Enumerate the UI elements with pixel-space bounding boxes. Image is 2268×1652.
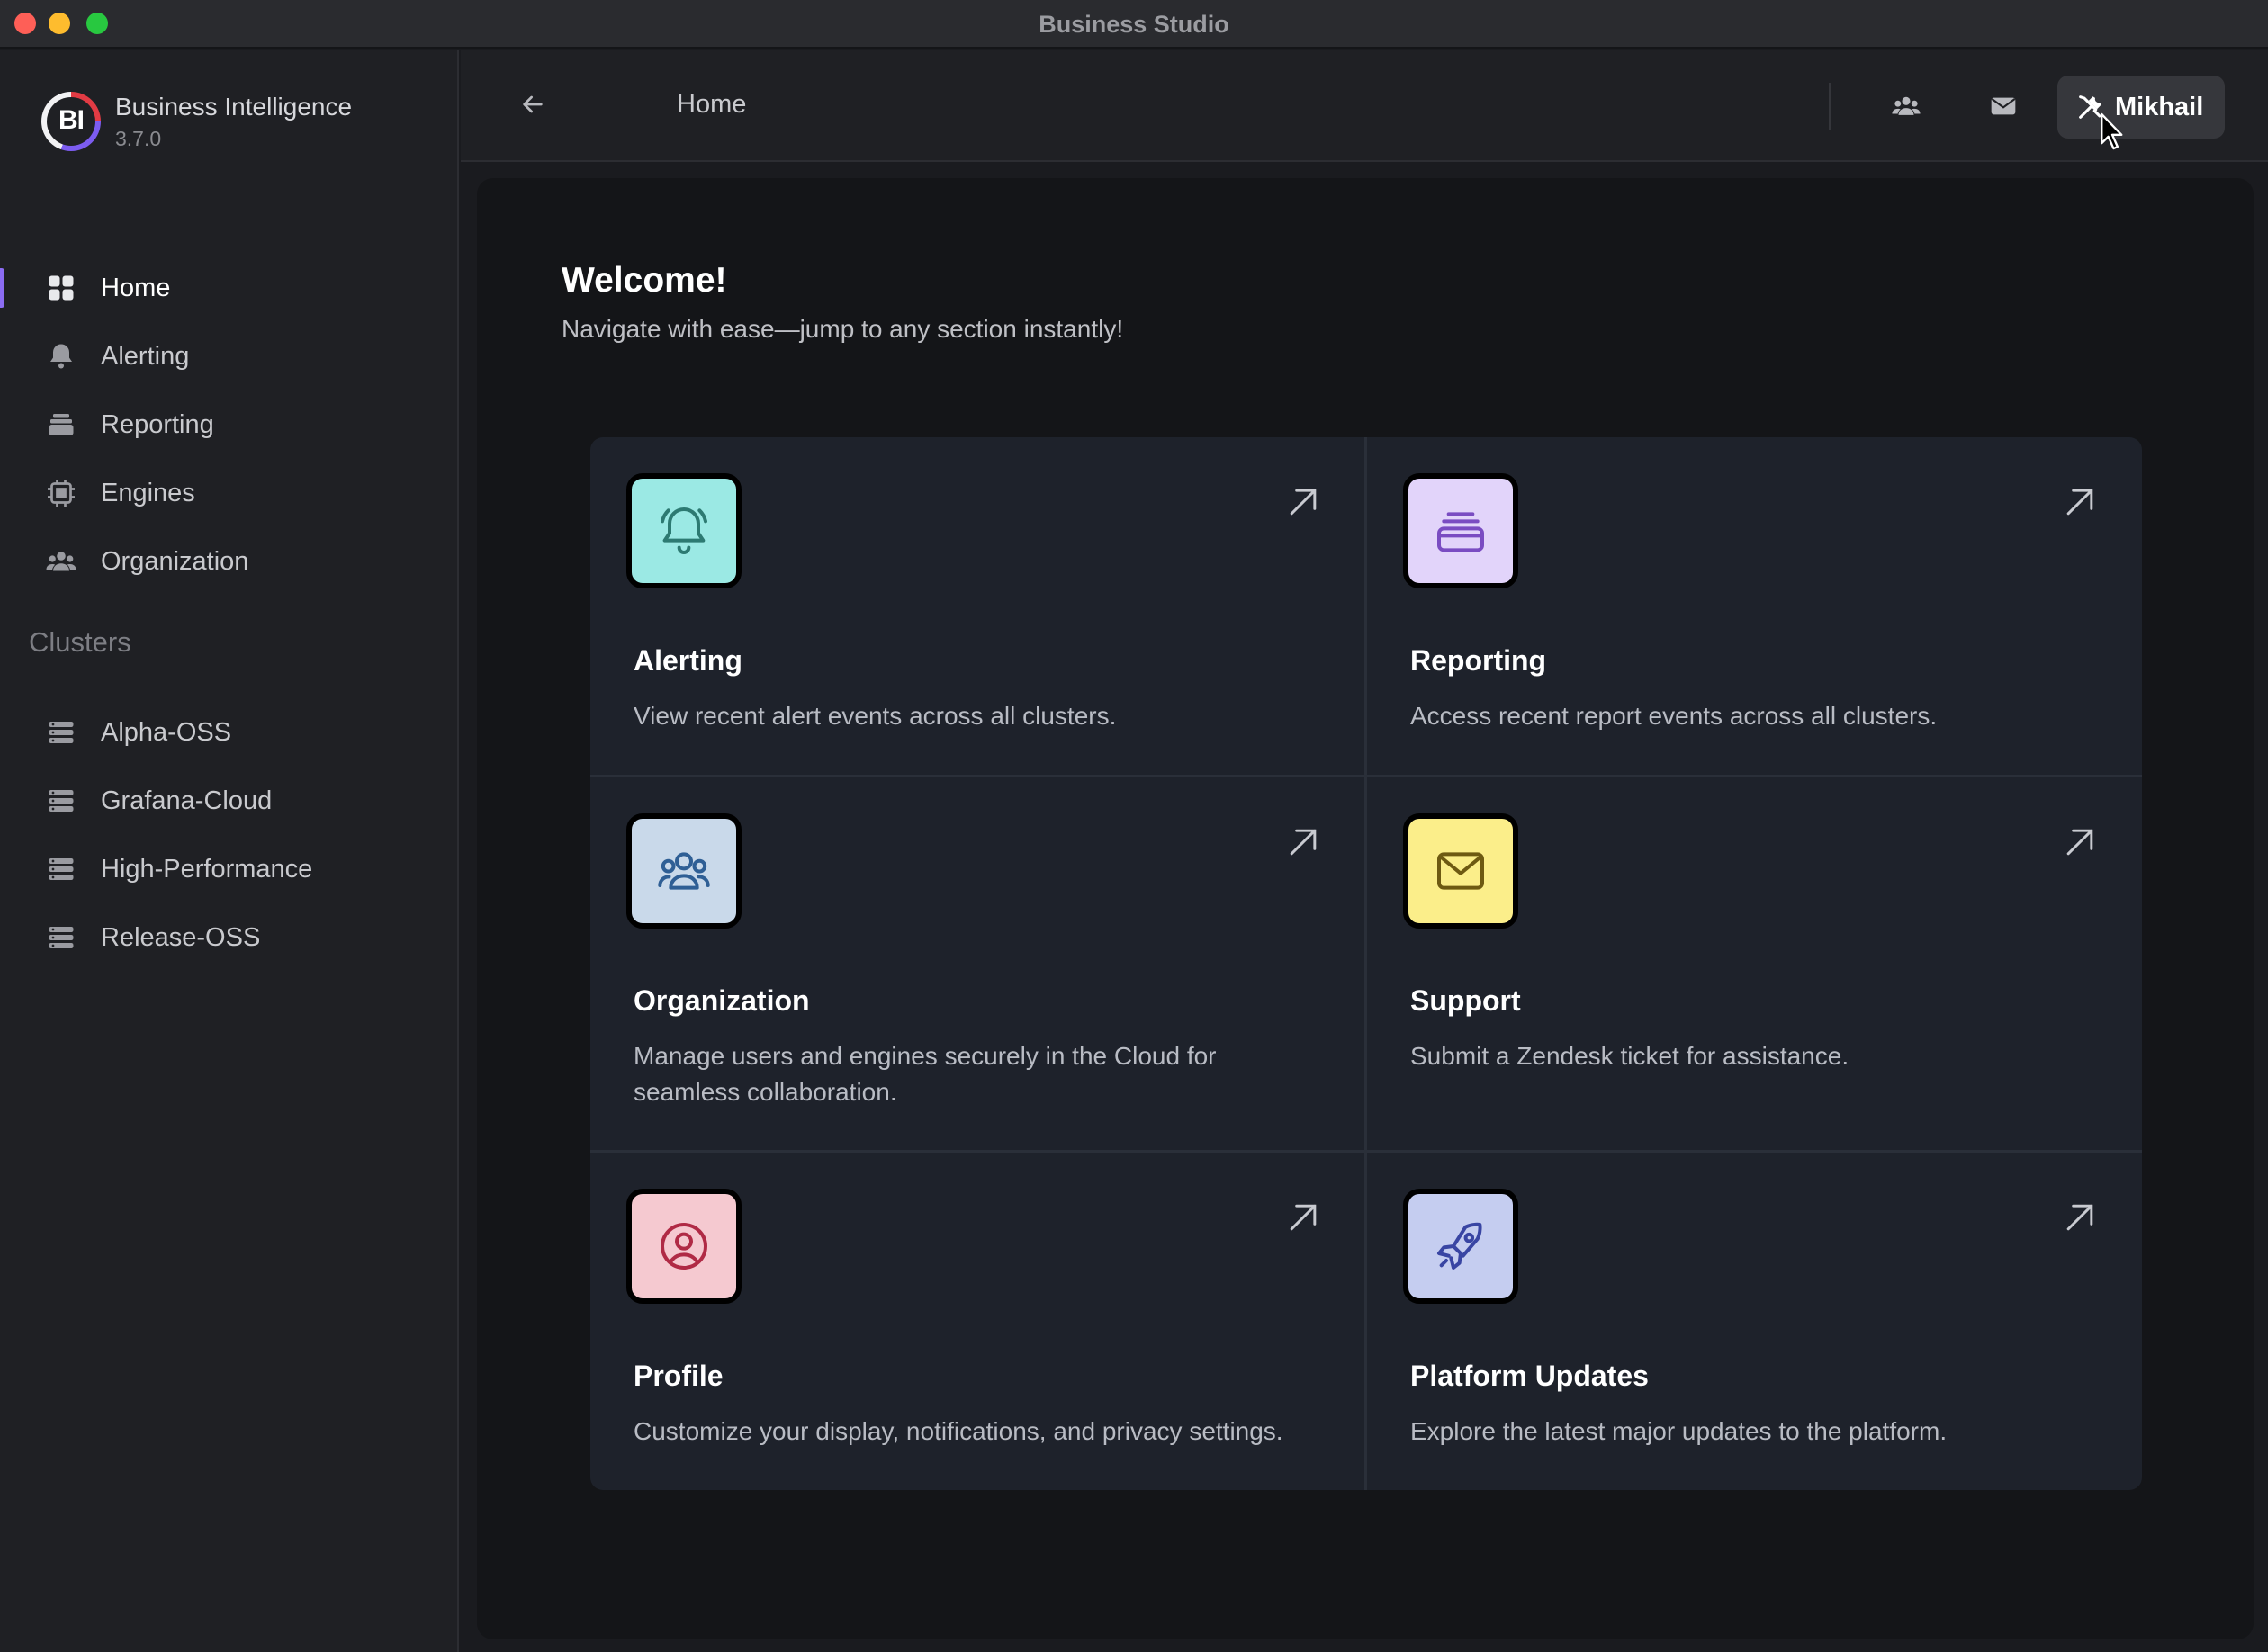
welcome-subtitle: Navigate with ease—jump to any section i… bbox=[562, 315, 1124, 343]
sidebar-item-high-performance[interactable]: High-Performance bbox=[0, 840, 457, 898]
main-panel: Welcome! Navigate with ease—jump to any … bbox=[477, 178, 2254, 1639]
card-reporting[interactable]: Reporting Access recent report events ac… bbox=[1367, 437, 2142, 775]
sidebar-item-alpha-oss[interactable]: Alpha-OSS bbox=[0, 704, 457, 761]
sidebar-item-label: Engines bbox=[101, 478, 195, 507]
organization-button[interactable] bbox=[1883, 83, 1930, 130]
sidebar: BI Business Intelligence 3.7.0 Home Aler… bbox=[0, 50, 459, 1652]
chip-icon bbox=[43, 475, 79, 511]
page-title: Home bbox=[677, 90, 747, 119]
card-icon-tile bbox=[626, 1189, 742, 1304]
mouse-cursor-icon bbox=[2101, 112, 2123, 150]
clusters-section-label: Clusters bbox=[29, 626, 131, 658]
mail-icon bbox=[1437, 852, 1484, 890]
grid-icon bbox=[43, 270, 79, 306]
card-description: Access recent report events across all c… bbox=[1410, 702, 1938, 730]
stack-icon bbox=[43, 407, 79, 443]
sidebar-item-label: Reporting bbox=[101, 409, 214, 439]
sidebar-item-organization[interactable]: Organization bbox=[0, 533, 457, 590]
sidebar-item-reporting[interactable]: Reporting bbox=[0, 396, 457, 453]
card-icon-tile bbox=[1403, 813, 1518, 929]
header-divider bbox=[1829, 83, 1831, 130]
card-alerting[interactable]: Alerting View recent alert events across… bbox=[590, 437, 1364, 775]
server-icon bbox=[43, 851, 79, 887]
brand-version: 3.7.0 bbox=[115, 126, 162, 150]
stack-icon bbox=[1437, 512, 1484, 552]
sidebar-item-alerting[interactable]: Alerting bbox=[0, 328, 457, 385]
card-description: Customize your display, notifications, a… bbox=[634, 1417, 1283, 1445]
card-support[interactable]: Support Submit a Zendesk ticket for assi… bbox=[1367, 777, 2142, 1150]
card-title: Organization bbox=[634, 984, 810, 1017]
users-icon bbox=[1892, 96, 1921, 115]
card-title: Alerting bbox=[634, 644, 742, 677]
arrow-up-right-icon bbox=[2066, 829, 2093, 856]
card-icon-tile bbox=[1403, 1189, 1518, 1304]
arrow-up-right-icon bbox=[1290, 489, 1317, 516]
sidebar-item-label: Release-OSS bbox=[101, 922, 261, 952]
card-description: Manage users and engines securely in the… bbox=[634, 1042, 1217, 1106]
support-button[interactable] bbox=[1980, 83, 2027, 130]
users-icon bbox=[658, 852, 710, 890]
card-description: Submit a Zendesk ticket for assistance. bbox=[1410, 1042, 1850, 1070]
brand-name: Business Intelligence bbox=[115, 92, 353, 121]
sidebar-item-label: Organization bbox=[101, 546, 249, 576]
sidebar-item-grafana-cloud[interactable]: Grafana-Cloud bbox=[0, 772, 457, 830]
card-title: Support bbox=[1410, 984, 1521, 1017]
bell-icon bbox=[661, 507, 707, 554]
user-name: Mikhail bbox=[2115, 92, 2204, 121]
rocket-icon bbox=[1437, 1222, 1482, 1270]
card-icon-tile bbox=[626, 813, 742, 929]
arrow-up-right-icon bbox=[1290, 829, 1317, 856]
card-description: View recent alert events across all clus… bbox=[634, 702, 1117, 730]
server-icon bbox=[43, 920, 79, 956]
sidebar-item-label: Home bbox=[101, 273, 171, 302]
card-organization[interactable]: Organization Manage users and engines se… bbox=[590, 777, 1364, 1150]
brand[interactable]: BI Business Intelligence 3.7.0 bbox=[41, 92, 352, 151]
card-profile[interactable]: Profile Customize your display, notifica… bbox=[590, 1153, 1364, 1490]
users-icon bbox=[43, 543, 79, 579]
window-title: Business Studio bbox=[1039, 11, 1229, 38]
sidebar-item-label: Alerting bbox=[101, 341, 190, 371]
sidebar-item-label: Grafana-Cloud bbox=[101, 786, 273, 815]
card-description: Explore the latest major updates to the … bbox=[1410, 1417, 1948, 1445]
sidebar-item-home[interactable]: Home bbox=[0, 259, 457, 317]
bell-icon bbox=[43, 338, 79, 374]
user-menu-button[interactable]: Mikhail bbox=[2057, 76, 2225, 139]
arrow-left-icon bbox=[523, 95, 543, 113]
sidebar-item-label: High-Performance bbox=[101, 854, 313, 884]
server-icon bbox=[43, 714, 79, 750]
top-header: Home Mikhail bbox=[461, 50, 2268, 162]
card-platform-updates[interactable]: Platform Updates Explore the latest majo… bbox=[1367, 1153, 2142, 1490]
quick-links-grid: Alerting View recent alert events across… bbox=[590, 437, 2142, 1490]
card-title: Profile bbox=[634, 1360, 724, 1392]
sidebar-item-release-oss[interactable]: Release-OSS bbox=[0, 909, 457, 966]
mail-icon bbox=[1991, 97, 2016, 115]
user-circle-icon bbox=[661, 1223, 707, 1270]
welcome-title: Welcome! bbox=[562, 261, 727, 300]
card-title: Platform Updates bbox=[1410, 1360, 1649, 1392]
card-icon-tile bbox=[1403, 473, 1518, 588]
brand-logo: BI bbox=[41, 92, 101, 151]
back-button[interactable] bbox=[515, 86, 551, 122]
server-icon bbox=[43, 783, 79, 819]
sidebar-item-label: Alpha-OSS bbox=[101, 717, 232, 747]
arrow-up-right-icon bbox=[1290, 1204, 1317, 1231]
arrow-up-right-icon bbox=[2066, 489, 2093, 516]
window-titlebar: Business Studio bbox=[0, 0, 2268, 49]
card-title: Reporting bbox=[1410, 644, 1547, 677]
sidebar-item-engines[interactable]: Engines bbox=[0, 464, 457, 522]
card-icon-tile bbox=[626, 473, 742, 588]
arrow-up-right-icon bbox=[2066, 1204, 2093, 1231]
